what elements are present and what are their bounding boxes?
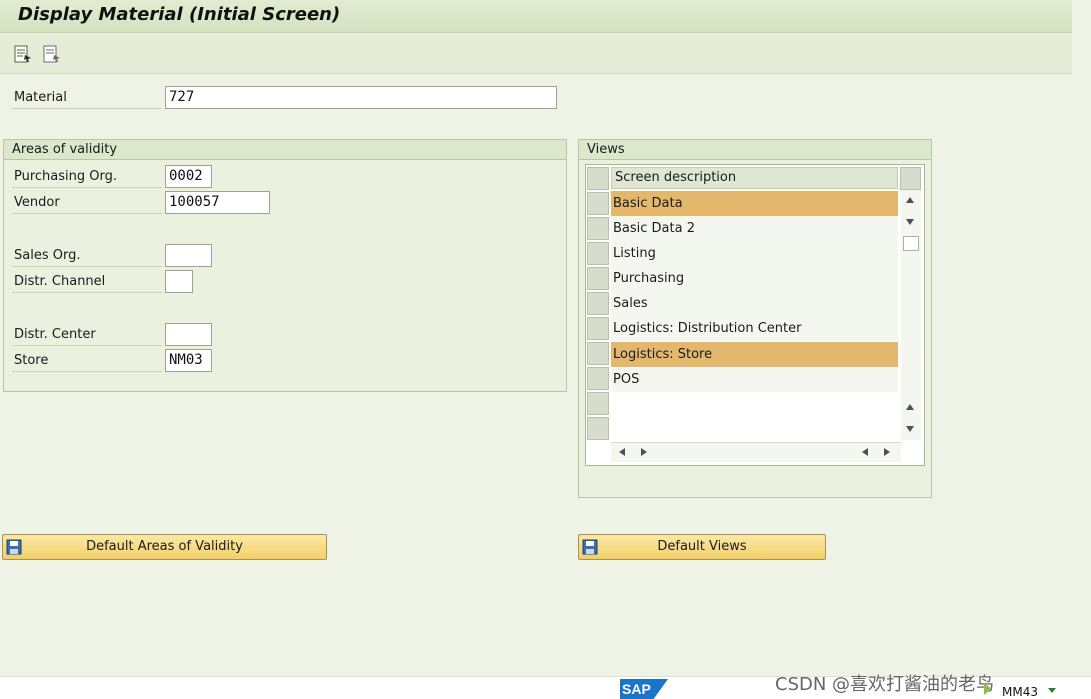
- scroll-thumb[interactable]: [903, 236, 919, 251]
- row-selector[interactable]: [587, 392, 609, 415]
- areas-of-validity-title: Areas of validity: [4, 140, 566, 160]
- application-toolbar: [0, 34, 1072, 74]
- distr-center-input[interactable]: [165, 323, 212, 346]
- save-icon: [6, 539, 22, 564]
- list-item-logistics-distribution-center[interactable]: Logistics: Distribution Center: [611, 316, 898, 341]
- row-selector[interactable]: [587, 367, 609, 390]
- vertical-scrollbar[interactable]: [901, 190, 921, 440]
- default-areas-of-validity-button[interactable]: Default Areas of Validity: [2, 534, 327, 560]
- default-views-button[interactable]: Default Views: [578, 534, 826, 560]
- row-selector[interactable]: [587, 192, 609, 215]
- scroll-up-icon[interactable]: [906, 197, 914, 203]
- page-down-icon[interactable]: [906, 426, 914, 432]
- save-icon: [582, 539, 598, 564]
- select-data-icon[interactable]: [12, 43, 34, 65]
- select-all-cell[interactable]: [587, 167, 609, 190]
- list-item-logistics-store[interactable]: Logistics: Store: [611, 342, 898, 367]
- scroll-right-icon[interactable]: [641, 448, 647, 456]
- vendor-label: Vendor: [12, 192, 162, 214]
- table-settings-cell[interactable]: [900, 167, 921, 190]
- default-areas-of-validity-label: Default Areas of Validity: [86, 539, 243, 554]
- row-selector[interactable]: [587, 217, 609, 240]
- list-item-purchasing[interactable]: Purchasing: [611, 266, 898, 291]
- distr-channel-label: Distr. Channel: [12, 271, 162, 293]
- list-item-basic-data[interactable]: Basic Data: [611, 191, 898, 216]
- views-title: Views: [579, 140, 931, 160]
- transaction-code[interactable]: MM43: [1002, 685, 1038, 699]
- horizontal-scrollbar[interactable]: [611, 442, 901, 462]
- status-expand-icon[interactable]: [984, 683, 992, 695]
- row-selector[interactable]: [587, 242, 609, 265]
- purchasing-org-label: Purchasing Org.: [12, 166, 162, 188]
- window-title: Display Material (Initial Screen): [18, 4, 341, 25]
- scroll-right-end-icon[interactable]: [884, 448, 890, 456]
- list-item-sales[interactable]: Sales: [611, 291, 898, 316]
- scroll-left-end-icon[interactable]: [862, 448, 868, 456]
- row-selector[interactable]: [587, 417, 609, 440]
- material-label: Material: [12, 87, 162, 109]
- scroll-left-icon[interactable]: [619, 448, 625, 456]
- distr-center-label: Distr. Center: [12, 324, 162, 346]
- page-up-icon[interactable]: [906, 404, 914, 410]
- column-header-screen-description[interactable]: Screen description: [611, 167, 898, 189]
- store-label: Store: [12, 350, 162, 372]
- store-input[interactable]: NM03: [165, 349, 212, 372]
- row-selector[interactable]: [587, 292, 609, 315]
- title-bar: Display Material (Initial Screen): [0, 0, 1072, 33]
- row-selector[interactable]: [587, 267, 609, 290]
- default-views-label: Default Views: [657, 539, 747, 554]
- purchasing-org-input[interactable]: 0002: [165, 165, 212, 188]
- list-item-listing[interactable]: Listing: [611, 241, 898, 266]
- scroll-down-icon[interactable]: [906, 219, 914, 225]
- sales-org-label: Sales Org.: [12, 245, 162, 267]
- vendor-input[interactable]: 100057: [165, 191, 270, 214]
- material-input[interactable]: 727: [165, 86, 557, 109]
- distr-channel-input[interactable]: [165, 270, 193, 293]
- list-item-basic-data-2[interactable]: Basic Data 2: [611, 216, 898, 241]
- select-views-icon[interactable]: [41, 43, 63, 65]
- watermark: CSDN @喜欢打酱油的老鸟: [775, 674, 995, 695]
- row-selector[interactable]: [587, 342, 609, 365]
- sales-org-input[interactable]: [165, 244, 212, 267]
- list-item-pos[interactable]: POS: [611, 367, 898, 392]
- row-selector[interactable]: [587, 317, 609, 340]
- chevron-down-icon[interactable]: [1048, 688, 1056, 693]
